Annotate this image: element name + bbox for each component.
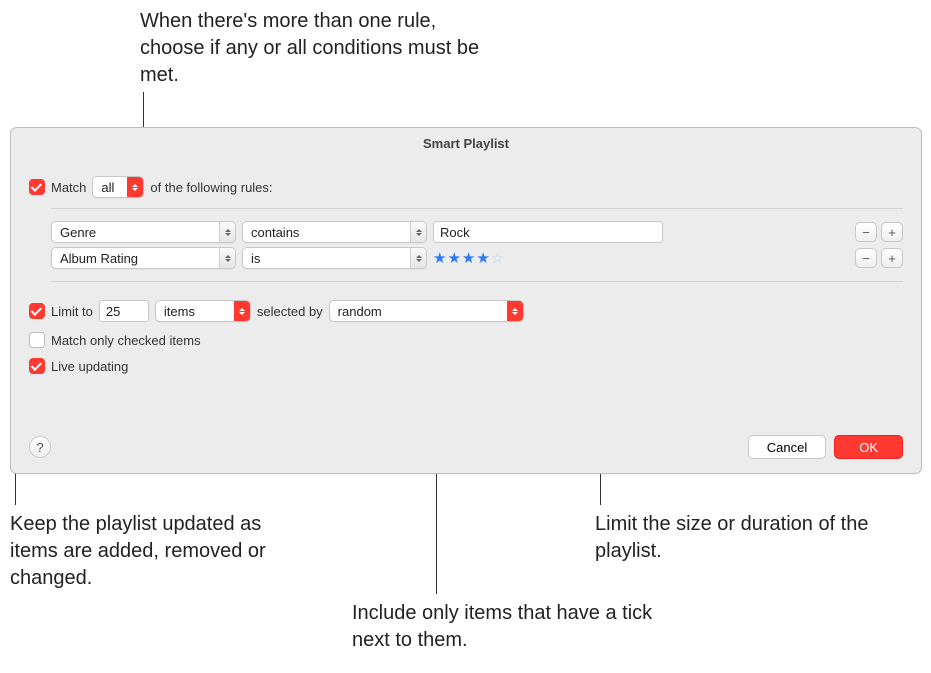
smart-playlist-dialog: Smart Playlist Match all of the followin… <box>10 127 922 474</box>
chevron-updown-icon <box>507 301 523 321</box>
chevron-updown-icon <box>127 177 143 197</box>
dialog-title: Smart Playlist <box>11 136 921 151</box>
rule-field-select[interactable]: Genre <box>51 221 236 243</box>
match-mode-value: all <box>101 180 114 195</box>
cancel-button[interactable]: Cancel <box>748 435 826 459</box>
rule-field-select[interactable]: Album Rating <box>51 247 236 269</box>
live-updating-row: Live updating <box>29 358 903 374</box>
remove-rule-button[interactable]: − <box>855 248 877 268</box>
limit-row: Limit to items selected by random <box>29 300 903 322</box>
match-row: Match all of the following rules: <box>29 176 903 198</box>
rule-rating-stars[interactable]: ★★★★☆ <box>433 249 505 267</box>
selected-by-value: random <box>338 304 382 319</box>
match-checked-label: Match only checked items <box>51 333 201 348</box>
limit-label: Limit to <box>51 304 93 319</box>
match-mode-select[interactable]: all <box>92 176 144 198</box>
selected-by-label: selected by <box>257 304 323 319</box>
chevron-updown-icon <box>219 222 235 242</box>
limit-checkbox[interactable] <box>29 303 45 319</box>
add-rule-button[interactable]: + <box>881 248 903 268</box>
limit-unit-select[interactable]: items <box>155 300 251 322</box>
rule-row: Genre contains − + <box>51 221 903 243</box>
callout-match-checked: Include only items that have a tick next… <box>352 600 682 654</box>
rule-op-value: is <box>251 251 260 266</box>
callout-limit: Limit the size or duration of the playli… <box>595 511 905 565</box>
match-checked-checkbox[interactable] <box>29 332 45 348</box>
rule-field-value: Album Rating <box>60 251 138 266</box>
rule-op-value: contains <box>251 225 299 240</box>
chevron-updown-icon <box>219 248 235 268</box>
limit-unit-value: items <box>164 304 195 319</box>
rules-list: Genre contains − + Album Rating <box>51 208 903 282</box>
rule-row: Album Rating is ★★★★☆ − + <box>51 247 903 269</box>
ok-button[interactable]: OK <box>834 435 903 459</box>
rule-op-select[interactable]: contains <box>242 221 427 243</box>
callout-live-updating: Keep the playlist updated as items are a… <box>10 511 290 592</box>
chevron-updown-icon <box>410 248 426 268</box>
chevron-updown-icon <box>410 222 426 242</box>
match-checked-row: Match only checked items <box>29 332 903 348</box>
rule-op-select[interactable]: is <box>242 247 427 269</box>
live-updating-label: Live updating <box>51 359 128 374</box>
limit-count-input[interactable] <box>99 300 149 322</box>
rule-value-input[interactable] <box>433 221 663 243</box>
live-updating-checkbox[interactable] <box>29 358 45 374</box>
match-label-pre: Match <box>51 180 86 195</box>
remove-rule-button[interactable]: − <box>855 222 877 242</box>
callout-match-mode: When there's more than one rule, choose … <box>140 8 500 89</box>
match-checkbox[interactable] <box>29 179 45 195</box>
rule-field-value: Genre <box>60 225 96 240</box>
selected-by-select[interactable]: random <box>329 300 524 322</box>
add-rule-button[interactable]: + <box>881 222 903 242</box>
help-button[interactable]: ? <box>29 436 51 458</box>
chevron-updown-icon <box>234 301 250 321</box>
match-label-post: of the following rules: <box>150 180 272 195</box>
